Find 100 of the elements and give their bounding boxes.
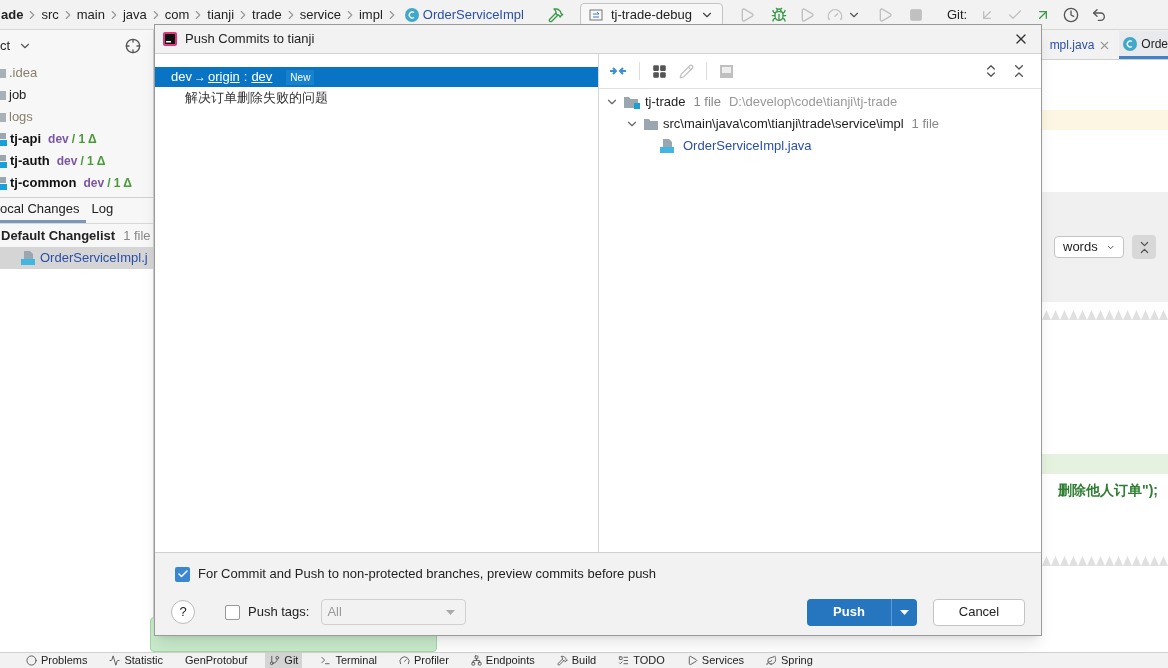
file-count: 1 file [693, 93, 721, 112]
project-tree-item[interactable]: tj-auth [10, 151, 50, 171]
tool-window-button[interactable]: Endpoints [466, 652, 539, 668]
build-icon[interactable] [547, 6, 564, 23]
project-tree-item[interactable]: tj-api [10, 129, 42, 149]
locate-icon[interactable] [125, 38, 141, 54]
file-count: 1 file [123, 226, 151, 245]
path-text: D:\develop\code\tianji\tj-trade [728, 93, 898, 112]
tool-window-button[interactable]: Build [552, 652, 601, 668]
tool-window-button[interactable]: Terminal [316, 652, 381, 668]
tab-label: Orde [1141, 35, 1168, 53]
tool-window-button[interactable]: Profiler [395, 652, 453, 668]
configuration-icon [588, 7, 603, 22]
code-text: 删除他人订单"); [1058, 480, 1158, 500]
editor-tab[interactable]: mpl.java [1049, 31, 1116, 59]
arrow-text: → [193, 69, 206, 86]
tree-node-label[interactable]: src\main\java\com\tianji\trade\service\impl [663, 114, 904, 134]
tool-window-button[interactable]: Services [682, 652, 748, 668]
module-icon [0, 176, 7, 190]
tool-window-icon [269, 655, 281, 666]
breadcrumb-item[interactable]: trade [252, 4, 282, 25]
folder-icon [643, 117, 659, 131]
project-tree-item[interactable]: logs [9, 107, 33, 127]
tool-window-icon [399, 655, 410, 666]
dropdown-caret-icon [446, 609, 456, 615]
tool-window-button[interactable]: Statistic [105, 652, 167, 668]
breadcrumb-item[interactable]: OrderServiceImpl [422, 4, 524, 25]
filter-button[interactable] [1132, 235, 1156, 259]
project-tree-item[interactable]: tj-common [10, 173, 77, 193]
tool-window-icon [686, 655, 698, 666]
folder-icon [0, 67, 6, 79]
breadcrumb-item[interactable]: com [164, 4, 190, 25]
changelist-name[interactable]: Default Changelist [1, 225, 116, 246]
branch-name: dev [56, 153, 78, 170]
folder-icon [0, 89, 6, 101]
project-tree-item[interactable]: job [9, 85, 27, 105]
class-icon [404, 7, 419, 22]
checkbox-label: For Commit and Push to non-protected branches, preview commits before push [198, 565, 657, 584]
rollback-icon[interactable] [1091, 6, 1108, 23]
group-by-icon[interactable] [652, 63, 667, 79]
tool-window-button[interactable]: GenProtobuf [181, 652, 252, 668]
dropdown-caret-icon [900, 609, 909, 615]
target-branch-link[interactable]: dev [251, 67, 273, 87]
java-file-icon [659, 138, 675, 154]
breadcrumb-item[interactable]: java [122, 4, 147, 25]
tree-node-label[interactable]: OrderServiceImpl.java [683, 136, 812, 156]
class-icon [1123, 36, 1138, 51]
tool-tab[interactable]: ocal Changes [0, 198, 86, 223]
breadcrumb-item[interactable]: impl [358, 4, 383, 25]
commit-message[interactable]: 解决订单删除失败的问题 [155, 87, 598, 109]
run-configuration-dropdown[interactable]: tj-trade-debug [579, 2, 723, 27]
preview-icon[interactable] [719, 63, 734, 79]
push-button[interactable]: Push [807, 598, 891, 626]
tool-window-icon [320, 655, 332, 666]
dialog-title: Push Commits to tianji [185, 30, 315, 49]
breadcrumb-item[interactable]: service [299, 4, 341, 25]
remote-link[interactable]: origin [207, 67, 240, 87]
module-folder-icon [623, 94, 641, 110]
cancel-button[interactable]: Cancel [933, 598, 1025, 626]
check-icon [176, 568, 189, 580]
tree-node-label[interactable]: tj-trade [645, 92, 686, 112]
breadcrumb-item[interactable]: ade [0, 4, 24, 25]
breadcrumb-item[interactable]: src [41, 4, 59, 25]
branch-row[interactable]: dev→origin : dev New [155, 67, 598, 87]
tool-window-icon [470, 655, 482, 666]
tool-window-icon [766, 655, 777, 666]
tool-window-button[interactable]: TODO [614, 652, 669, 668]
new-badge: New [286, 69, 315, 85]
checkbox-label: Push tags: [248, 603, 310, 622]
tool-tab[interactable]: Log [85, 198, 120, 223]
git-label: Git: [946, 5, 968, 24]
help-button[interactable]: ? [171, 600, 195, 624]
edit-icon[interactable] [679, 63, 694, 79]
source-branch: dev [171, 68, 192, 87]
history-icon[interactable] [1063, 6, 1080, 23]
project-tree-item[interactable]: .idea [9, 63, 38, 83]
tool-window-button[interactable]: Git [265, 652, 303, 668]
tab-label: mpl.java [1049, 37, 1095, 54]
breadcrumb-item[interactable]: main [76, 4, 105, 25]
editor-tab[interactable]: Orde [1119, 31, 1168, 59]
panel-title[interactable]: ct [0, 36, 11, 56]
tool-window-icon [26, 655, 37, 666]
ignore-dropdown[interactable]: words [1054, 236, 1124, 258]
push-options-button[interactable] [891, 598, 917, 626]
tool-window-button[interactable]: Spring [762, 652, 817, 668]
module-icon [0, 132, 7, 146]
java-file-icon [20, 250, 36, 266]
breadcrumb-item[interactable]: tianji [207, 4, 235, 25]
change-count: / 1 Δ [107, 175, 132, 192]
branch-name: dev [83, 175, 105, 192]
changed-file-row[interactable]: OrderServiceImpl.j [0, 247, 153, 269]
tool-window-icon [109, 655, 121, 666]
folder-icon [0, 111, 6, 123]
tool-window-button[interactable]: Problems [22, 652, 92, 668]
change-count: / 1 Δ [80, 153, 106, 170]
module-icon [0, 154, 7, 168]
debug-icon[interactable] [770, 6, 787, 23]
preview-checkbox[interactable] [175, 566, 190, 582]
tool-window-icon [618, 655, 630, 666]
file-count: 1 file [911, 115, 940, 134]
